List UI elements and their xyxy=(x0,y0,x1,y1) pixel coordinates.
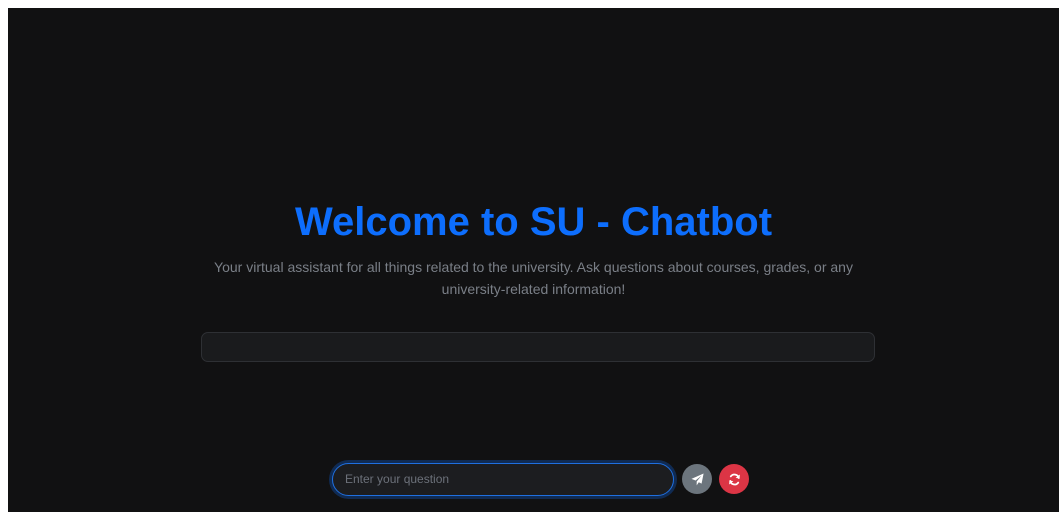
question-input[interactable] xyxy=(332,462,674,496)
composer xyxy=(332,462,749,496)
send-button[interactable] xyxy=(682,464,712,494)
hero-section: Welcome to SU - Chatbot Your virtual ass… xyxy=(8,198,1059,300)
app-viewport: Welcome to SU - Chatbot Your virtual ass… xyxy=(8,8,1059,512)
refresh-icon xyxy=(728,473,741,486)
paper-plane-icon xyxy=(690,472,704,486)
refresh-button[interactable] xyxy=(719,464,749,494)
chat-messages-area xyxy=(201,332,875,362)
page-title: Welcome to SU - Chatbot xyxy=(294,200,773,244)
page-subtitle: Your virtual assistant for all things re… xyxy=(214,259,853,297)
